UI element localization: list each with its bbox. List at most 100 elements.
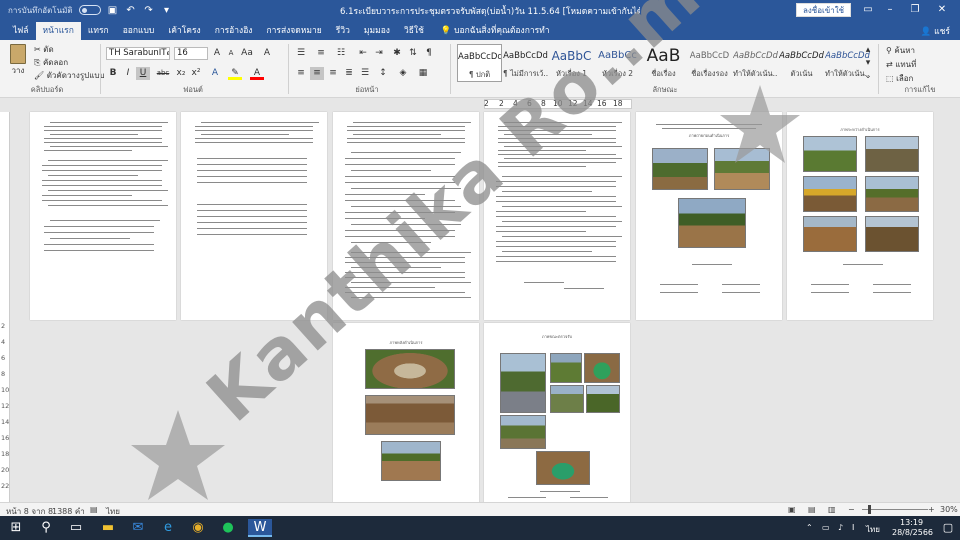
justify-icon[interactable]: ≣ xyxy=(342,67,356,80)
horizontal-ruler[interactable]: 2 2 4 6 8 10 12 14 16 18 xyxy=(0,98,960,110)
tab-mailings[interactable]: การส่งจดหมาย xyxy=(259,22,328,40)
tab-insert[interactable]: แทรก xyxy=(81,22,116,40)
page-8[interactable]: ภาพขณะตรวจรับ xyxy=(484,323,630,503)
word-icon[interactable]: W xyxy=(248,519,272,537)
autosave-toggle[interactable] xyxy=(78,5,101,15)
page-6[interactable]: ภาพระหว่างดำเนินการ xyxy=(787,112,933,320)
borders-icon[interactable]: ▦ xyxy=(416,67,430,80)
superscript-button[interactable]: x² xyxy=(189,67,203,80)
close-button[interactable]: ✕ xyxy=(932,2,952,18)
increase-indent-icon[interactable]: ⇥ xyxy=(372,47,386,60)
search-icon[interactable]: ⚲ xyxy=(34,519,58,537)
page-4[interactable] xyxy=(484,112,630,320)
show-marks-icon[interactable]: ¶ xyxy=(422,47,436,60)
zoom-slider[interactable] xyxy=(862,509,928,510)
edge-icon[interactable]: e xyxy=(156,519,180,537)
print-layout-icon[interactable]: ▤ xyxy=(808,505,816,514)
font-color-icon[interactable]: A xyxy=(250,67,264,80)
style-heading-1[interactable]: AaBbC หัวเรื่อง 1 xyxy=(549,44,594,82)
ribbon-display-options-icon[interactable]: ▭ xyxy=(858,2,878,18)
clear-formatting-icon[interactable]: A xyxy=(260,47,274,60)
page-7[interactable]: ภาพหลังดำเนินการ xyxy=(333,323,479,503)
zoom-slider-handle[interactable] xyxy=(868,505,871,514)
style-subtitle[interactable]: AaBbCcD ชื่อเรื่องรอง xyxy=(687,44,732,82)
minimize-button[interactable]: – xyxy=(880,2,900,18)
tab-home[interactable]: หน้าแรก xyxy=(35,22,81,40)
tab-help[interactable]: วิธีใช้ xyxy=(397,22,431,40)
task-view-icon[interactable]: ▭ xyxy=(64,519,88,537)
style-heading-2[interactable]: AaBbCc หัวเรื่อง 2 xyxy=(595,44,640,82)
undo-icon[interactable]: ↶ xyxy=(125,5,137,16)
grow-font-icon[interactable]: A xyxy=(210,47,224,60)
font-size-combo[interactable]: 16 xyxy=(174,47,208,60)
style-subtle-emphasis[interactable]: AaBbCcDd ทำให้ตัวเน้น... xyxy=(733,44,778,82)
subscript-button[interactable]: x₂ xyxy=(174,67,188,80)
line-spacing-icon[interactable]: ↕ xyxy=(376,67,390,80)
windows-start-icon[interactable]: ⊞ xyxy=(4,519,28,537)
styles-more-icon[interactable]: ⌄ xyxy=(861,70,875,82)
tab-file[interactable]: ไฟล์ xyxy=(6,22,36,40)
highlight-icon[interactable]: ✎ xyxy=(228,67,242,80)
tell-me-search[interactable]: 💡 บอกฉันสิ่งที่คุณต้องการทำ xyxy=(441,22,550,40)
zoom-out-icon[interactable]: − xyxy=(848,505,855,514)
align-left-icon[interactable]: ≡ xyxy=(294,67,308,80)
find-button[interactable]: ⚲ ค้นหา xyxy=(886,44,915,57)
text-effects-icon[interactable]: A xyxy=(208,67,222,80)
save-icon[interactable]: ▣ xyxy=(107,5,119,16)
strikethrough-button[interactable]: abc xyxy=(154,67,172,80)
vertical-ruler[interactable]: 2 4 6 8 10 12 14 16 18 20 22 xyxy=(0,112,10,502)
italic-button[interactable]: I xyxy=(121,67,135,80)
shrink-font-icon[interactable]: A xyxy=(224,47,238,60)
align-center-icon[interactable]: ≡ xyxy=(310,67,324,80)
style-no-spacing[interactable]: AaBbCcDd ¶ ไม่มีการเว้... xyxy=(503,44,548,82)
proofing-icon[interactable]: ▤ xyxy=(90,505,98,514)
page-3[interactable] xyxy=(333,112,479,320)
input-language[interactable]: ไทย xyxy=(866,523,880,536)
multilevel-list-icon[interactable]: ☷ xyxy=(334,47,348,60)
clock-time[interactable]: 13:19 xyxy=(900,518,923,527)
redo-icon[interactable]: ↷ xyxy=(143,5,155,16)
bold-button[interactable]: B xyxy=(106,67,120,80)
network-icon[interactable]: ▭ xyxy=(822,523,830,532)
page-2[interactable] xyxy=(181,112,327,320)
tray-chevron-icon[interactable]: ⌃ xyxy=(806,523,813,532)
zoom-level[interactable]: 30% xyxy=(940,505,958,514)
change-case-icon[interactable]: Aa xyxy=(240,47,254,60)
copy-button[interactable]: ⎘ คัดลอก xyxy=(34,56,105,69)
sign-in-button[interactable]: ลงชื่อเข้าใช้ xyxy=(796,3,852,17)
tab-layout[interactable]: เค้าโครง xyxy=(161,22,207,40)
style-emphasis[interactable]: AaBbCcDd ตัวเน้น xyxy=(779,44,824,82)
customize-qat-icon[interactable]: ▾ xyxy=(161,5,173,16)
restore-button[interactable]: ❐ xyxy=(905,2,925,18)
tab-review[interactable]: รีวิว xyxy=(329,22,357,40)
align-right-icon[interactable]: ≡ xyxy=(326,67,340,80)
page-1[interactable] xyxy=(30,112,176,320)
chrome-icon[interactable]: ◉ xyxy=(186,519,210,537)
distributed-icon[interactable]: ☰ xyxy=(358,67,372,80)
styles-scroll-down-icon[interactable]: ▾ xyxy=(861,57,875,69)
tab-references[interactable]: การอ้างอิง xyxy=(208,22,260,40)
decrease-indent-icon[interactable]: ⇤ xyxy=(356,47,370,60)
bullets-icon[interactable]: ☰ xyxy=(294,47,308,60)
style-title[interactable]: AaB ชื่อเรื่อง xyxy=(641,44,686,82)
numbering-icon[interactable]: ≡ xyxy=(314,47,328,60)
zoom-in-icon[interactable]: + xyxy=(928,505,935,514)
tab-design[interactable]: ออกแบบ xyxy=(116,22,162,40)
cut-button[interactable]: ✂ ตัด xyxy=(34,43,105,56)
clock-date[interactable]: 28/8/2566 xyxy=(892,528,933,537)
sort-icon[interactable]: ⇅ xyxy=(406,47,420,60)
replace-button[interactable]: ⇄ แทนที่ xyxy=(886,58,916,71)
format-painter-button[interactable]: 🖌 ตัวคัดวางรูปแบบ xyxy=(34,69,105,82)
read-mode-icon[interactable]: ▣ xyxy=(788,505,796,514)
tab-view[interactable]: มุมมอง xyxy=(357,22,397,40)
mail-icon[interactable]: ✉ xyxy=(126,519,150,537)
thai-distribute-icon[interactable]: ✱ xyxy=(390,47,404,60)
file-explorer-icon[interactable]: ▬ xyxy=(96,519,120,537)
ime-icon[interactable]: ꓲ xyxy=(852,523,854,532)
line-icon[interactable]: ● xyxy=(216,519,240,537)
volume-icon[interactable]: ♪ xyxy=(838,523,843,532)
share-button[interactable]: 👤 แชร์ xyxy=(921,24,950,38)
paste-button[interactable]: วาง xyxy=(6,42,30,82)
underline-button[interactable]: U xyxy=(136,67,150,80)
shading-icon[interactable]: ◈ xyxy=(396,67,410,80)
